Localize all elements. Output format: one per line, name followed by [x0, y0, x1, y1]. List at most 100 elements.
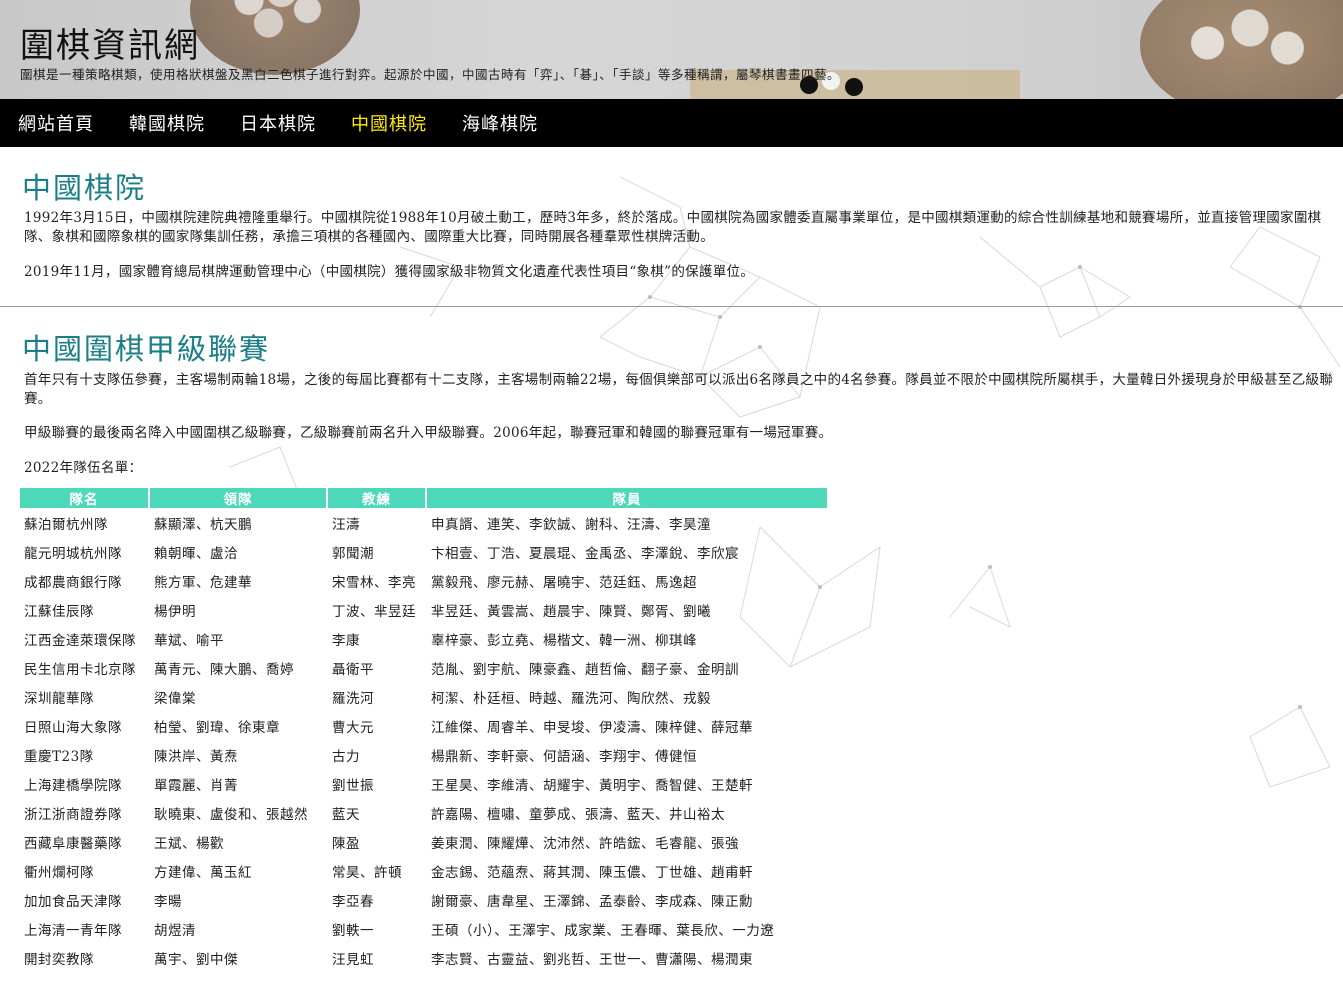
cell-coach: 汪濤 — [332, 516, 360, 533]
nav-item-korea-baduk[interactable]: 韓國棋院 — [129, 110, 205, 136]
cell-coach: 聶衛平 — [332, 661, 374, 678]
cell-team: 衢州爛柯隊 — [24, 864, 94, 881]
cell-coach: 古力 — [332, 748, 360, 765]
cell-leader: 梁偉棠 — [154, 690, 196, 707]
cell-coach: 劉世振 — [332, 777, 374, 794]
cell-players: 申真諝、連笑、李欽誠、謝科、汪濤、李昊潼 — [431, 516, 711, 533]
section-title: 中國圍棋甲級聯賽 — [22, 332, 271, 366]
cell-team: 江蘇佳辰隊 — [24, 603, 94, 620]
cell-leader: 王斌、楊歡 — [154, 835, 224, 852]
roster-table-body: 蘇泊爾杭州隊 蘇顯澤、杭天鵬 汪濤 申真諝、連笑、李欽誠、謝科、汪濤、李昊潼龍元明城杭… — [20, 508, 827, 972]
cell-team: 民生信用卡北京隊 — [24, 661, 136, 678]
cell-leader: 胡煜清 — [154, 922, 196, 939]
roster-table: 隊名 領隊 教練 隊員 蘇泊爾杭州隊 蘇顯澤、杭天鵬 汪濤 申真諝、連笑、李欽誠、謝科… — [18, 488, 829, 972]
table-row: 加加食品天津隊 李暘 李亞春 謝爾豪、唐韋星、王澤錦、孟泰齡、李成森、陳正勳 — [20, 885, 827, 914]
table-row: 上海建橋學院隊 單霞麗、肖菁 劉世振 王星昊、李維清、胡耀宇、黃明宇、喬智健、王楚軒 — [20, 769, 827, 798]
cell-leader: 陳洪岸、黃焘 — [154, 748, 238, 765]
cell-team: 江西金達萊環保隊 — [24, 632, 136, 649]
table-row: 上海清一青年隊 胡煜清 劉軼一 王碩（小）、王澤宇、成家業、王春暉、葉長欣、一力遼 — [20, 914, 827, 943]
site-description: 圍棋是一種策略棋類，使用格狀棋盤及黑白二色棋子進行對弈。起源於中國，中國古時有「… — [20, 67, 841, 82]
section-paragraph: 1992年3月15日，中國棋院建院典禮隆重舉行。中國棋院從1988年10月破土動… — [24, 210, 1322, 245]
table-row: 衢州爛柯隊 方建偉、萬玉紅 常昊、許頓 金志錫、范蘊焘、蔣其潤、陳玉儂、丁世雄、趙甫軒 — [20, 856, 827, 885]
cell-team: 日照山海大象隊 — [24, 719, 122, 736]
table-row: 蘇泊爾杭州隊 蘇顯澤、杭天鵬 汪濤 申真諝、連笑、李欽誠、謝科、汪濤、李昊潼 — [20, 508, 827, 537]
site-header: 圍棋資訊網 圍棋是一種策略棋類，使用格狀棋盤及黑白二色棋子進行對弈。起源於中國，… — [0, 0, 1343, 99]
cell-leader: 楊伊明 — [154, 603, 196, 620]
nav-item-haifeng-qiyuan[interactable]: 海峰棋院 — [462, 110, 538, 136]
section-league: 中國圍棋甲級聯賽 首年只有十支隊伍參賽，主客場制兩輪18場，之後的每屆比賽都有十… — [0, 326, 1343, 476]
cell-team: 上海清一青年隊 — [24, 922, 122, 939]
cell-team: 開封奕教隊 — [24, 951, 94, 968]
cell-leader: 單霞麗、肖菁 — [154, 777, 238, 794]
cell-coach: 劉軼一 — [332, 922, 374, 939]
cell-team: 西藏阜康醫藥隊 — [24, 835, 122, 852]
cell-coach: 汪見虹 — [332, 951, 374, 968]
column-header-leader: 領隊 — [150, 488, 326, 508]
table-row: 江蘇佳辰隊 楊伊明 丁波、芈昱廷 芈昱廷、黃雲嵩、趙晨宇、陳賢、鄭胥、劉曦 — [20, 595, 827, 624]
table-row: 江西金達萊環保隊 華斌、喻平 李康 辜梓豪、彭立堯、楊楷文、韓一洲、柳琪峰 — [20, 624, 827, 653]
cell-team: 深圳龍華隊 — [24, 690, 94, 707]
table-row: 重慶T23隊 陳洪岸、黃焘 古力 楊鼎新、李軒豪、何語涵、李翔宇、傅健恒 — [20, 740, 827, 769]
section-paragraph: 2019年11月，國家體育總局棋牌運動管理中心（中國棋院）獲得國家級非物質文化遺… — [24, 264, 755, 280]
cell-team: 上海建橋學院隊 — [24, 777, 122, 794]
cell-leader: 熊方軍、危建華 — [154, 574, 252, 591]
black-stone-icon — [845, 78, 863, 96]
cell-leader: 耿曉東、盧俊和、張越然 — [154, 806, 308, 823]
cell-players: 王星昊、李維清、胡耀宇、黃明宇、喬智健、王楚軒 — [431, 777, 753, 794]
cell-coach: 曹大元 — [332, 719, 374, 736]
cell-players: 楊鼎新、李軒豪、何語涵、李翔宇、傅健恒 — [431, 748, 697, 765]
table-row: 民生信用卡北京隊 萬青元、陳大鵬、喬婷 聶衛平 范胤、劉宇航、陳豪鑫、趙哲倫、翻子豪、… — [20, 653, 827, 682]
nav-item-china-qiyuan[interactable]: 中國棋院 — [351, 110, 427, 136]
cell-players: 許嘉陽、檀嘯、童夢成、張濤、藍天、井山裕太 — [431, 806, 725, 823]
column-header-coach: 教練 — [328, 488, 425, 508]
cell-coach: 李亞春 — [332, 893, 374, 910]
cell-coach: 藍天 — [332, 806, 360, 823]
section-divider — [0, 306, 1343, 307]
cell-players: 辜梓豪、彭立堯、楊楷文、韓一洲、柳琪峰 — [431, 632, 697, 649]
main-nav: 網站首頁 韓國棋院 日本棋院 中國棋院 海峰棋院 — [0, 99, 1343, 147]
nav-item-nihon-kiin[interactable]: 日本棋院 — [240, 110, 316, 136]
site-title: 圍棋資訊網 — [20, 26, 200, 66]
cell-leader: 華斌、喻平 — [154, 632, 224, 649]
table-row: 深圳龍華隊 梁偉棠 羅洗河 柯潔、朴廷桓、時越、羅洗河、陶欣然、戎毅 — [20, 682, 827, 711]
cell-leader: 萬宇、劉中傑 — [154, 951, 238, 968]
cell-team: 龍元明城杭州隊 — [24, 545, 122, 562]
table-row: 成都農商銀行隊 熊方軍、危建華 宋雪林、李亮 黨毅飛、廖元赫、屠曉宇、范廷鈺、馬逸超 — [20, 566, 827, 595]
table-row: 開封奕教隊 萬宇、劉中傑 汪見虹 李志賢、古靈益、劉兆哲、王世一、曹瀟陽、楊潤東 — [20, 943, 827, 972]
cell-team: 蘇泊爾杭州隊 — [24, 516, 108, 533]
cell-players: 黨毅飛、廖元赫、屠曉宇、范廷鈺、馬逸超 — [431, 574, 697, 591]
cell-players: 金志錫、范蘊焘、蔣其潤、陳玉儂、丁世雄、趙甫軒 — [431, 864, 753, 881]
section-paragraph: 首年只有十支隊伍參賽，主客場制兩輪18場，之後的每屆比賽都有十二支隊，主客場制兩… — [24, 372, 1334, 407]
section-paragraph: 甲級聯賽的最後兩名降入中國圍棋乙級聯賽，乙級聯賽前兩名升入甲級聯賽。2006年起… — [24, 425, 833, 441]
cell-leader: 李暘 — [154, 893, 182, 910]
cell-coach: 郭聞潮 — [332, 545, 374, 562]
table-row: 西藏阜康醫藥隊 王斌、楊歡 陳盈 姜東潤、陳耀燁、沈沛然、許皓鋐、毛睿龍、張強 — [20, 827, 827, 856]
cell-players: 芈昱廷、黃雲嵩、趙晨宇、陳賢、鄭胥、劉曦 — [431, 603, 711, 620]
cell-leader: 方建偉、萬玉紅 — [154, 864, 252, 881]
cell-players: 李志賢、古靈益、劉兆哲、王世一、曹瀟陽、楊潤東 — [431, 951, 753, 968]
cell-players: 江維傑、周睿羊、申旻埈、伊凌濤、陳梓健、薛冠華 — [431, 719, 753, 736]
cell-players: 王碩（小）、王澤宇、成家業、王春暉、葉長欣、一力遼 — [431, 922, 775, 939]
cell-coach: 陳盈 — [332, 835, 360, 852]
nav-item-home[interactable]: 網站首頁 — [18, 110, 94, 136]
column-header-team: 隊名 — [20, 488, 148, 508]
roster-label: 2022年隊伍名單： — [24, 460, 143, 476]
cell-coach: 宋雪林、李亮 — [332, 574, 416, 591]
cell-players: 范胤、劉宇航、陳豪鑫、趙哲倫、翻子豪、金明訓 — [431, 661, 739, 678]
cell-coach: 丁波、芈昱廷 — [332, 603, 416, 620]
cell-team: 成都農商銀行隊 — [24, 574, 122, 591]
cell-players: 謝爾豪、唐韋星、王澤錦、孟泰齡、李成森、陳正勳 — [431, 893, 753, 910]
cell-players: 姜東潤、陳耀燁、沈沛然、許皓鋐、毛睿龍、張強 — [431, 835, 739, 852]
cell-leader: 賴朝暉、盧洽 — [154, 545, 238, 562]
cell-team: 浙江浙商證券隊 — [24, 806, 122, 823]
cell-players: 卞相壹、丁浩、夏晨琨、金禹丞、李澤銳、李欣宸 — [431, 545, 739, 562]
cell-coach: 李康 — [332, 632, 360, 649]
cell-coach: 羅洗河 — [332, 690, 374, 707]
cell-leader: 萬青元、陳大鵬、喬婷 — [154, 661, 294, 678]
cell-leader: 蘇顯澤、杭天鵬 — [154, 516, 252, 533]
table-row: 浙江浙商證券隊 耿曉東、盧俊和、張越然 藍天 許嘉陽、檀嘯、童夢成、張濤、藍天、井山裕… — [20, 798, 827, 827]
section-china-qiyuan: 中國棋院 1992年3月15日，中國棋院建院典禮隆重舉行。中國棋院從1988年1… — [0, 165, 1343, 280]
section-title: 中國棋院 — [22, 171, 147, 205]
column-header-players: 隊員 — [427, 488, 827, 508]
cell-team: 加加食品天津隊 — [24, 893, 122, 910]
